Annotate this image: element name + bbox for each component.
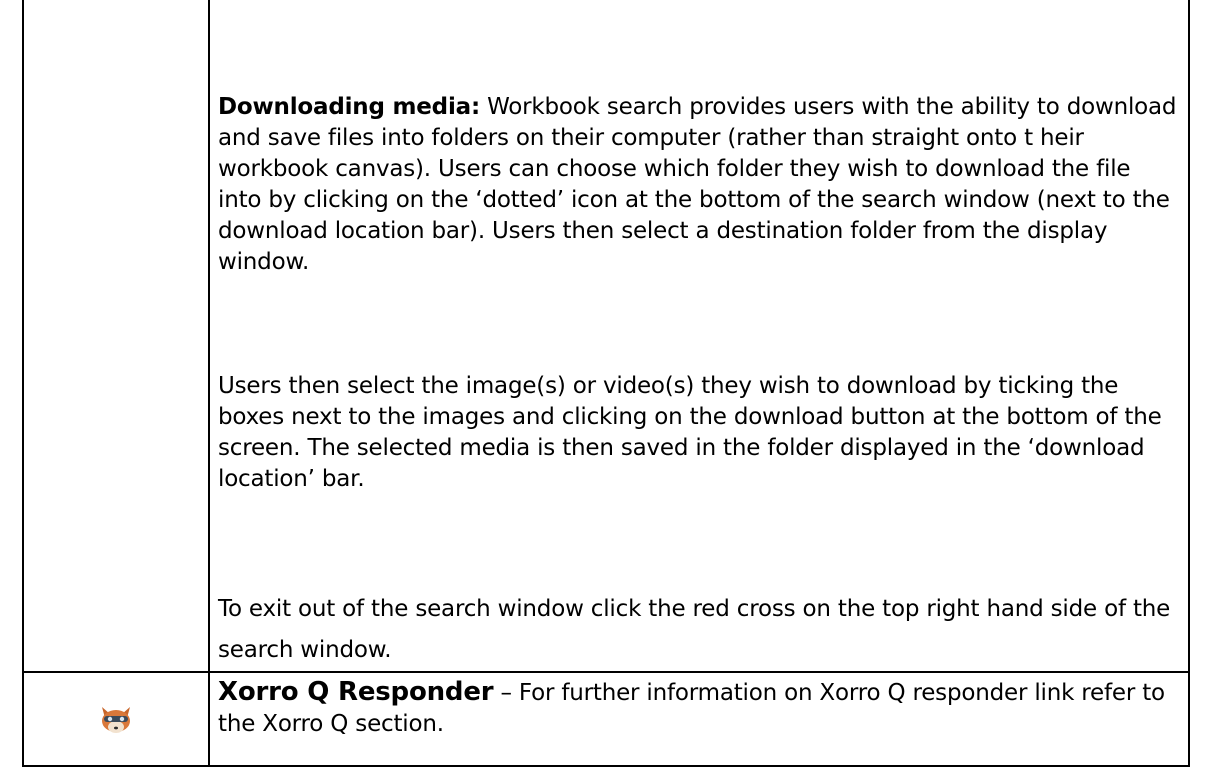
select-media-paragraph: Users then select the image(s) or video(… <box>218 373 1162 492</box>
downloading-media-heading: Downloading media: <box>218 94 480 120</box>
downloading-media-paragraph: Downloading media: Workbook search provi… <box>218 0 1180 278</box>
exit-search-paragraph: To exit out of the search window click t… <box>218 596 1171 663</box>
document-table: Downloading media: Workbook search provi… <box>22 0 1190 767</box>
downloading-media-text: Workbook search provides users with the … <box>218 94 1177 275</box>
search-text-cell: Downloading media: Workbook search provi… <box>208 0 1190 673</box>
xorro-heading: Xorro Q Responder <box>218 677 494 707</box>
xorro-icon-cell <box>22 671 210 767</box>
xorro-paragraph: Xorro Q Responder – For further informat… <box>218 677 1180 740</box>
xorro-text-cell: Xorro Q Responder – For further informat… <box>208 671 1190 767</box>
search-row: Downloading media: Workbook search provi… <box>22 0 1190 673</box>
xorro-fox-icon <box>102 707 130 733</box>
search-icon-cell <box>22 0 210 673</box>
xorro-row: Xorro Q Responder – For further informat… <box>22 671 1190 767</box>
